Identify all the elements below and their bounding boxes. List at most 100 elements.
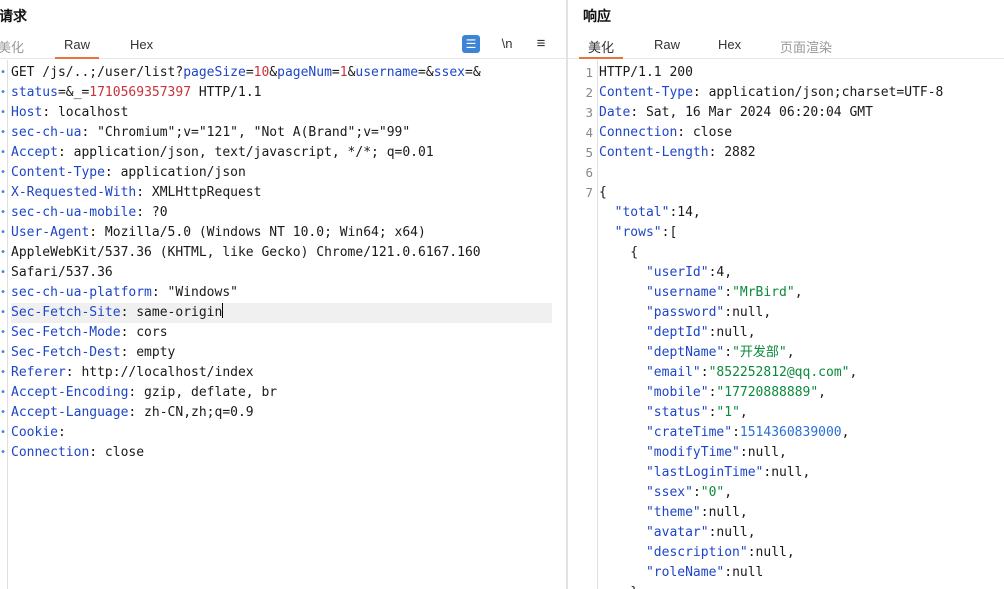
code-line[interactable]: "theme":null, [599, 503, 1004, 523]
code-line[interactable]: X-Requested-With: XMLHttpRequest [11, 183, 552, 203]
line-number: 2 [585, 85, 593, 100]
code-token: "17720888889" [716, 385, 819, 400]
line-number: 5 [585, 145, 593, 160]
line-number: • [0, 107, 6, 118]
code-token: ssex [433, 65, 465, 80]
response-gutter: 1 2 3 4 5 6 7 [568, 60, 598, 589]
line-number: • [0, 207, 6, 218]
code-line[interactable]: Sec-Fetch-Mode: cors [11, 323, 552, 343]
code-line[interactable]: sec-ch-ua-mobile: ?0 [11, 203, 552, 223]
code-token: "deptName" [645, 345, 725, 360]
code-line[interactable]: "modifyTime":null, [599, 443, 1004, 463]
code-line[interactable]: HTTP/1.1 200 [599, 63, 1004, 83]
code-line[interactable]: Accept-Encoding: gzip, deflate, br [11, 383, 552, 403]
code-line[interactable]: "status":"1", [599, 403, 1004, 423]
code-token: : XMLHttpRequest [136, 185, 262, 200]
code-line[interactable]: "lastLoginTime":null, [599, 463, 1004, 483]
tab-raw[interactable]: Raw [54, 37, 100, 59]
response-tabs: 美化 Raw Hex 页面渲染 [568, 32, 1004, 59]
request-title: 请求 [0, 8, 27, 24]
code-token: "description" [645, 545, 748, 560]
tab-pretty[interactable]: 美化 [578, 37, 624, 59]
code-token: Sec-Fetch-Mode [11, 325, 121, 340]
code-token: "1" [716, 405, 740, 420]
code-token: status [11, 85, 58, 100]
code-line[interactable]: User-Agent: Mozilla/5.0 (Windows NT 10.0… [11, 223, 552, 243]
tab-hex[interactable]: Hex [718, 37, 741, 52]
code-token: :null, [724, 305, 772, 320]
code-token: "roleName" [645, 565, 725, 580]
code-token: HTTP/1.1 [191, 85, 262, 100]
code-token: : empty [120, 345, 176, 360]
code-line[interactable]: GET /js/..;/user/list?pageSize=10&pageNu… [11, 63, 552, 83]
line-number: 7 [585, 185, 593, 200]
code-line[interactable]: "ssex":"0", [599, 483, 1004, 503]
code-line[interactable]: Content-Type: application/json;charset=U… [599, 83, 1004, 103]
code-line[interactable] [599, 163, 1004, 183]
line-number: 6 [585, 165, 593, 180]
menu-icon[interactable]: ≡ [532, 35, 550, 53]
code-line[interactable]: }, [599, 583, 1004, 589]
code-token: :14, [669, 205, 701, 220]
code-line[interactable]: Accept: application/json, text/javascrip… [11, 143, 552, 163]
code-line[interactable]: "description":null, [599, 543, 1004, 563]
code-line[interactable]: status=&_=1710569357397 HTTP/1.1 [11, 83, 552, 103]
code-line[interactable]: "deptId":null, [599, 323, 1004, 343]
code-token: : Sat, 16 Mar 2024 06:20:04 GMT [630, 105, 873, 120]
code-line[interactable]: sec-ch-ua-platform: "Windows" [11, 283, 552, 303]
code-line[interactable]: "email":"852252812@qq.com", [599, 363, 1004, 383]
code-line[interactable]: "total":14, [599, 203, 1004, 223]
response-editor[interactable]: 1 2 3 4 5 6 7 HTTP/1.1 200 Content-Type: applic… [568, 60, 1004, 589]
code-line[interactable]: "rows":[ [599, 223, 1004, 243]
code-line[interactable]: Cookie: [11, 423, 552, 443]
code-token: Cookie [11, 425, 58, 440]
code-line[interactable]: "mobile":"17720888889", [599, 383, 1004, 403]
line-number: • [0, 187, 6, 198]
tab-raw[interactable]: Raw [654, 37, 680, 52]
code-line[interactable]: "username":"MrBird", [599, 283, 1004, 303]
code-line[interactable]: Content-Length: 2882 [599, 143, 1004, 163]
code-line[interactable]: "roleName":null [599, 563, 1004, 583]
code-line[interactable]: "avatar":null, [599, 523, 1004, 543]
code-line[interactable]: Connection: close [11, 443, 552, 463]
code-token: , [786, 345, 795, 360]
code-line[interactable]: Referer: http://localhost/index [11, 363, 552, 383]
tab-hex[interactable]: Hex [130, 37, 153, 52]
code-token: "MrBird" [732, 285, 795, 300]
code-line[interactable]: Safari/537.36 [11, 263, 552, 283]
code-token: : localhost [42, 105, 129, 120]
code-token: "mobile" [645, 385, 709, 400]
code-line[interactable]: Host: localhost [11, 103, 552, 123]
code-line[interactable]: AppleWebKit/537.36 (KHTML, like Gecko) C… [11, 243, 552, 263]
code-line[interactable]: "password":null, [599, 303, 1004, 323]
wrap-lines-icon[interactable]: ☰ [462, 35, 480, 53]
code-line[interactable]: "deptName":"开发部", [599, 343, 1004, 363]
tab-render[interactable]: 页面渲染 [780, 37, 832, 56]
code-line[interactable]: Sec-Fetch-Dest: empty [11, 343, 552, 363]
newline-toggle-icon[interactable]: \n [498, 35, 516, 53]
code-token: :null [724, 565, 764, 580]
code-line[interactable]: { [599, 243, 1004, 263]
code-token: : gzip, deflate, br [128, 385, 278, 400]
code-line[interactable]: Sec-Fetch-Site: same-origin [11, 303, 552, 323]
code-line[interactable]: "crateTime":1514360839000, [599, 423, 1004, 443]
line-number: • [0, 267, 6, 278]
code-line[interactable]: Connection: close [599, 123, 1004, 143]
code-line[interactable]: { [599, 183, 1004, 203]
line-number: • [0, 447, 6, 458]
code-line[interactable]: Date: Sat, 16 Mar 2024 06:20:04 GMT [599, 103, 1004, 123]
request-editor[interactable]: • • • • • • • • • • • • • • • • • • • • GET /js/..;/user/li… [0, 60, 566, 589]
code-line[interactable]: Content-Type: application/json [11, 163, 552, 183]
line-number: • [0, 247, 6, 258]
code-line[interactable]: Accept-Language: zh-CN,zh;q=0.9 [11, 403, 552, 423]
code-line[interactable]: sec-ch-ua: "Chromium";v="121", "Not A(Br… [11, 123, 552, 143]
code-token: pageNum [277, 65, 332, 80]
code-token: "ssex" [645, 485, 693, 500]
code-line[interactable]: "userId":4, [599, 263, 1004, 283]
tab-pretty[interactable]: 美化 [0, 37, 24, 56]
code-token: :null, [708, 525, 756, 540]
